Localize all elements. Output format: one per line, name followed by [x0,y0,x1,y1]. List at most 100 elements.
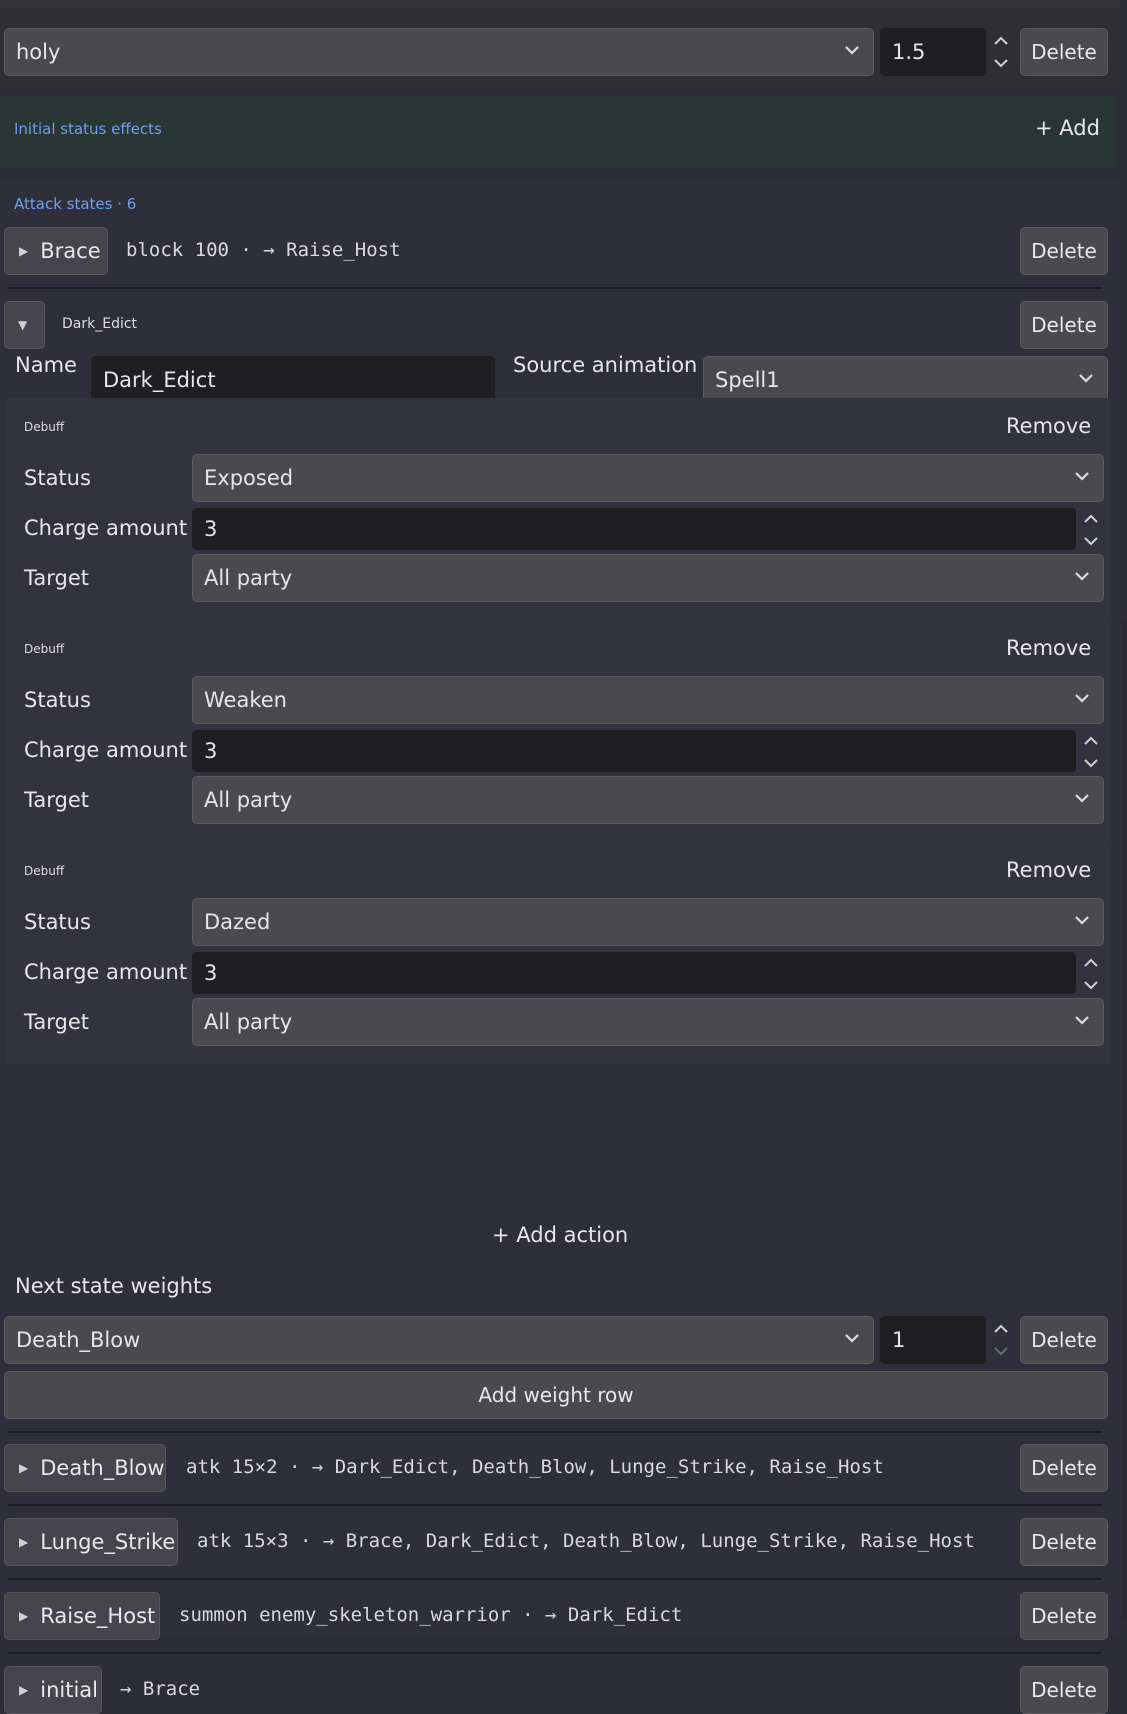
status-label: Status [24,910,91,934]
delete-label: Delete [1031,1604,1097,1628]
state-name: Brace [40,239,101,263]
spin-up-icon [1084,958,1098,990]
status-value: Exposed [204,466,294,490]
state-toggle-dark-edict[interactable]: ▼ [4,301,45,349]
add-weight-row-label: Add weight row [478,1383,634,1407]
weight-value: 1 [892,1328,906,1352]
state-toggle-brace[interactable]: ▶ Brace [4,227,108,275]
damage-type-value: holy [16,40,61,64]
delete-state-button[interactable]: Delete [1020,301,1108,349]
state-toggle[interactable]: ▶ initial [4,1666,102,1714]
state-toggle[interactable]: ▶ Raise_Host [4,1592,160,1640]
divider [8,1578,1102,1580]
source-animation-value: Spell1 [715,368,780,392]
delete-state-button[interactable]: Delete [1020,1518,1108,1566]
chevron-down-icon [1075,794,1089,803]
delete-state-button[interactable]: Delete [1020,227,1108,275]
action-card: Debuff Remove Status Exposed Charge amount 3 T… [6,398,1110,620]
chevron-down-icon [1075,472,1089,481]
delete-label: Delete [1031,1328,1097,1352]
target-select[interactable]: All party [192,776,1104,824]
target-label: Target [24,566,89,590]
charge-amount-value: 3 [204,517,218,541]
collapse-triangle-icon: ▼ [18,318,28,332]
charge-amount-input[interactable]: 3 [192,952,1076,994]
add-status-effect-button[interactable]: + Add [1035,116,1100,140]
name-label: Name [15,353,77,377]
weight-stepper[interactable] [992,1320,1010,1360]
charge-amount-stepper[interactable] [1082,732,1100,772]
status-value: Weaken [204,688,287,712]
remove-action-button[interactable]: Remove [1006,636,1092,660]
source-animation-select[interactable]: Spell1 [703,356,1108,404]
delete-state-button[interactable]: Delete [1020,1666,1108,1714]
action-card: Debuff Remove Status Weaken Charge amount 3 Ta… [6,620,1110,842]
status-effects-label: Initial status effects [14,120,162,138]
status-value: Dazed [204,910,271,934]
spin-up-icon [994,1324,1008,1356]
chevron-down-icon [1075,572,1089,581]
state-summary: atk 15×2 · → Dark_Edict, Death_Blow, Lun… [186,1456,884,1478]
divider [8,1504,1102,1506]
state-summary: summon enemy_skeleton_warrior · → Dark_E… [179,1604,683,1626]
state-toggle[interactable]: ▶ Death_Blow [4,1444,166,1492]
add-action-button[interactable]: + Add action [492,1223,628,1247]
name-input[interactable]: Dark_Edict [91,356,495,404]
weight-state-value: Death_Blow [16,1328,141,1352]
delete-label: Delete [1031,313,1097,337]
state-summary: block 100 · → Raise_Host [126,239,401,261]
expanded-state-title: Dark_Edict [62,316,138,332]
spin-up-icon [1084,514,1098,546]
action-kind: Debuff [24,420,65,434]
weight-input[interactable]: 1 [880,1316,986,1364]
target-value: All party [204,788,293,812]
spin-up-icon [994,36,1008,68]
action-kind: Debuff [24,864,65,878]
damage-type-select[interactable]: holy [4,28,874,76]
delete-state-button[interactable]: Delete [1020,1592,1108,1640]
state-toggle[interactable]: ▶ Lunge_Strike [4,1518,178,1566]
delete-weight-button[interactable]: Delete [1020,1316,1108,1364]
spin-up-icon [1084,736,1098,768]
target-select[interactable]: All party [192,998,1104,1046]
charge-amount-value: 3 [204,739,218,763]
multiplier-input[interactable]: 1.5 [880,28,986,76]
target-select[interactable]: All party [192,554,1104,602]
charge-amount-label: Charge amount [24,960,188,984]
chevron-down-icon [1079,374,1093,383]
weight-state-select[interactable]: Death_Blow [4,1316,874,1364]
charge-amount-stepper[interactable] [1082,954,1100,994]
scrollbar[interactable] [1122,620,1127,1620]
top-strip [0,0,1120,8]
action-card: Debuff Remove Status Dazed Charge amount 3 Tar… [6,842,1110,1064]
charge-amount-label: Charge amount [24,516,188,540]
chevron-down-icon [1075,1016,1089,1025]
delete-state-button[interactable]: Delete [1020,1444,1108,1492]
add-weight-row-button[interactable]: Add weight row [4,1371,1108,1419]
charge-amount-input[interactable]: 3 [192,730,1076,772]
status-label: Status [24,688,91,712]
action-kind: Debuff [24,642,65,656]
attack-states-label: Attack states · 6 [14,195,137,213]
state-summary: atk 15×3 · → Brace, Dark_Edict, Death_Bl… [197,1530,975,1552]
status-select[interactable]: Exposed [192,454,1104,502]
charge-amount-input[interactable]: 3 [192,508,1076,550]
status-select[interactable]: Dazed [192,898,1104,946]
target-label: Target [24,788,89,812]
delete-resistance-button[interactable]: Delete [1020,28,1108,76]
state-summary: → Brace [120,1678,201,1700]
expand-triangle-icon: ▶ [19,1461,29,1475]
multiplier-stepper[interactable] [992,32,1010,72]
state-name: Lunge_Strike [40,1530,176,1554]
status-select[interactable]: Weaken [192,676,1104,724]
delete-label: Delete [1031,239,1097,263]
target-label: Target [24,1010,89,1034]
remove-action-button[interactable]: Remove [1006,858,1092,882]
charge-amount-value: 3 [204,961,218,985]
remove-action-button[interactable]: Remove [1006,414,1092,438]
name-value: Dark_Edict [103,368,216,392]
delete-label: Delete [1031,1530,1097,1554]
next-state-weights-label: Next state weights [15,1274,213,1298]
charge-amount-stepper[interactable] [1082,510,1100,550]
multiplier-value: 1.5 [892,40,926,64]
